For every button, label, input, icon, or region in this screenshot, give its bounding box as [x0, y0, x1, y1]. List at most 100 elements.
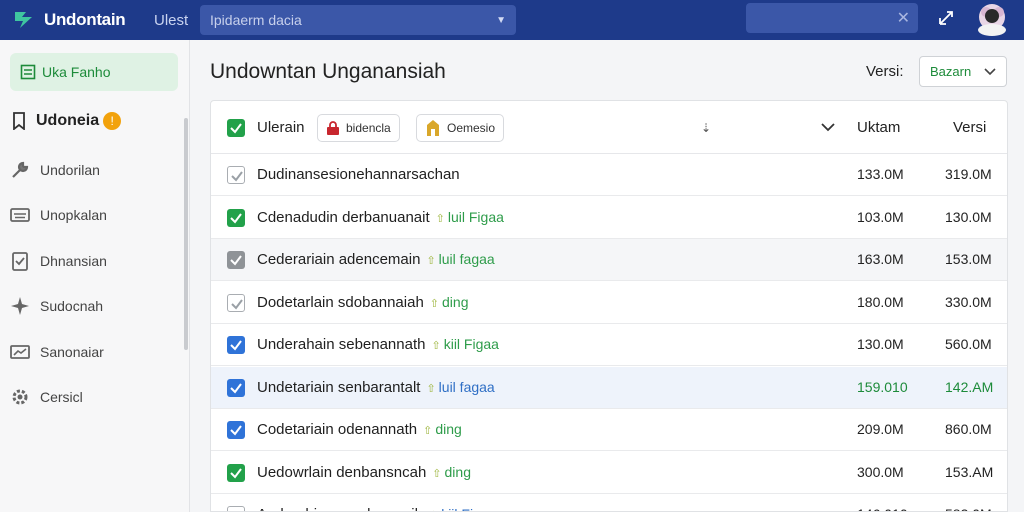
row-checkbox[interactable] — [227, 421, 245, 439]
sidebar-item-3[interactable]: Dhnansian — [10, 251, 107, 271]
list-icon — [20, 64, 36, 80]
check-icon — [230, 382, 242, 394]
row-version: 153.AM — [945, 463, 994, 480]
page-title: Undowntan Unganansiah — [210, 60, 446, 83]
row-size: 146.010 — [857, 506, 908, 511]
row-checkbox[interactable] — [227, 463, 245, 482]
row-name: Aodorahian suodanansih ⇧kiil Figag — [257, 506, 496, 511]
row-size: 130.0M — [857, 336, 904, 352]
chart-icon — [10, 345, 30, 359]
sidebar-section-header[interactable]: Udoneia ! — [12, 112, 122, 130]
app-logo[interactable]: Undontain — [12, 8, 152, 32]
sidebar-item-5[interactable]: Sanonaiar — [10, 342, 104, 362]
upload-arrow-icon: ⇧ — [435, 212, 445, 225]
chevron-down-icon[interactable] — [821, 123, 835, 132]
row-name: Dudinansesionehannarsachan — [257, 166, 460, 183]
table-row[interactable]: Undetariain senbarantalt ⇧ luil fagaa 159.0… — [211, 366, 1007, 409]
row-tag-text: luil Figaa — [447, 208, 504, 225]
sidebar-item-active[interactable]: Uka Fanho — [10, 53, 178, 91]
filter-chip-1[interactable]: bidencla — [317, 114, 400, 142]
secondary-search-box[interactable]: ✕ — [746, 3, 918, 33]
row-version: 560.0M — [945, 336, 992, 352]
row-checkbox[interactable] — [227, 336, 245, 354]
sidebar-item-4[interactable]: Sudocnah — [10, 296, 103, 316]
sidebar-item-6[interactable]: Cersicl — [10, 387, 83, 407]
select-all-checkbox[interactable] — [227, 119, 245, 137]
row-name-text: Undetariain senbarantalt — [257, 378, 421, 396]
table-row[interactable]: Dodetarlain sdobannaiah ⇧ ding 180.0M 330.0M — [211, 282, 1007, 324]
table-row[interactable]: Codetariain odenannath ⇧ ding 209.0M 860.0M — [211, 409, 1007, 451]
row-tag-text: kiil Figaa — [443, 336, 499, 352]
row-tag[interactable]: ⇧ ding — [423, 421, 462, 437]
tools-icon — [12, 161, 29, 178]
row-name: Underahain sebenannath ⇧ kiil Figaa — [257, 336, 499, 353]
row-version: 583.0M — [945, 506, 992, 511]
row-size: 209.0M — [857, 421, 904, 437]
row-name: Codetariain odenannath ⇧ ding — [257, 421, 462, 438]
building-icon — [427, 120, 439, 136]
row-tag[interactable]: ⇧ ding — [432, 464, 471, 480]
row-checkbox[interactable] — [227, 378, 245, 397]
expand-icon[interactable] — [936, 8, 956, 28]
row-name-text: Aodorahian suodanansih — [257, 506, 423, 511]
top-search-box[interactable]: ▼ — [200, 5, 516, 35]
sidebar-item-label: Cersicl — [40, 389, 83, 405]
sidebar-item-label: Sanonaiar — [40, 344, 104, 360]
row-tag[interactable]: ⇧ ding — [430, 294, 469, 310]
row-name: Cederariain adencemain ⇧ luil fagaa — [257, 251, 495, 268]
check-icon — [231, 298, 243, 310]
row-tag[interactable]: ⇧ kiil Figaa — [431, 336, 498, 352]
table-row[interactable]: Aodorahian suodanansih ⇧kiil Figag 146.010… — [211, 494, 1007, 511]
check-icon — [230, 123, 242, 134]
row-checkbox[interactable] — [227, 293, 245, 312]
row-name: Cdenadudin derbanuanait ⇧ luil Figaa — [257, 209, 504, 226]
row-name-text: Uedowrlain denbansncah — [257, 463, 427, 481]
row-tag[interactable]: ⇧ luil Figaa — [436, 209, 504, 225]
row-checkbox[interactable] — [227, 251, 245, 269]
warning-badge: ! — [103, 112, 122, 130]
row-name-text: Underahain sebenannath — [257, 336, 426, 353]
search-input[interactable] — [210, 12, 497, 28]
table-row[interactable]: Underahain sebenannath ⇧ kiil Figaa 130.0M 5… — [211, 324, 1007, 366]
column-header-version[interactable]: Versi — [953, 119, 986, 136]
version-dropdown-value: Bazarn — [930, 64, 972, 79]
sidebar-item-label: Uka Fanho — [42, 64, 111, 80]
row-size: 133.0M — [857, 166, 904, 182]
sidebar-item-1[interactable]: Undorilan — [10, 160, 100, 180]
filter-chip-2[interactable]: Oemesio — [416, 114, 505, 142]
table-row[interactable]: Dudinansesionehannarsachan 133.0M 319.0M — [211, 154, 1007, 196]
row-version: 860.0M — [945, 421, 992, 437]
row-tag[interactable]: ⇧ luil fagaa — [426, 379, 494, 395]
sort-icon[interactable]: ⇣ — [701, 121, 711, 135]
avatar[interactable] — [972, 2, 1012, 36]
row-checkbox[interactable] — [227, 166, 245, 184]
row-checkbox[interactable] — [227, 208, 245, 227]
version-label: Versi: — [866, 63, 904, 80]
table-row[interactable]: Cdenadudin derbanuanait ⇧ luil Figaa 103.0M… — [211, 197, 1007, 239]
version-dropdown[interactable]: Bazarn — [919, 56, 1007, 87]
row-size: 103.0M — [857, 208, 904, 225]
sidebar-item-2[interactable]: Unopkalan — [10, 205, 107, 225]
sidebar-scrollbar[interactable] — [184, 118, 188, 350]
row-name-text: Dodetarlain sdobannaiah — [257, 293, 424, 311]
top-nav-link[interactable]: Ulest — [154, 12, 200, 29]
lock-icon — [327, 121, 339, 135]
table-row[interactable]: Cederariain adencemain ⇧ luil fagaa 163.0M 1… — [211, 239, 1007, 281]
table-row[interactable]: Uedowrlain denbansncah ⇧ ding 300.0M 153.AM — [211, 452, 1007, 494]
upload-arrow-icon: ⇧ — [423, 425, 433, 437]
column-header-size[interactable]: Uktam — [857, 119, 900, 136]
app-title: Undontain — [44, 10, 126, 29]
top-bar: Undontain Ulest ▼ ✕ — [0, 0, 1024, 40]
caret-down-icon[interactable]: ▼ — [496, 15, 506, 26]
row-tag[interactable]: ⇧kiil Figag — [429, 506, 496, 511]
row-name: Dodetarlain sdobannaiah ⇧ ding — [257, 294, 468, 311]
row-tag-text: luil fagaa — [438, 251, 495, 267]
sidebar-item-label: Dhnansian — [40, 253, 107, 269]
check-icon — [231, 171, 243, 182]
row-version: 330.0M — [945, 293, 992, 310]
check-icon — [230, 467, 242, 479]
close-icon[interactable]: ✕ — [897, 8, 910, 28]
clipboard-icon — [12, 252, 28, 271]
row-tag[interactable]: ⇧ luil fagaa — [426, 251, 494, 267]
row-checkbox[interactable] — [227, 506, 245, 511]
